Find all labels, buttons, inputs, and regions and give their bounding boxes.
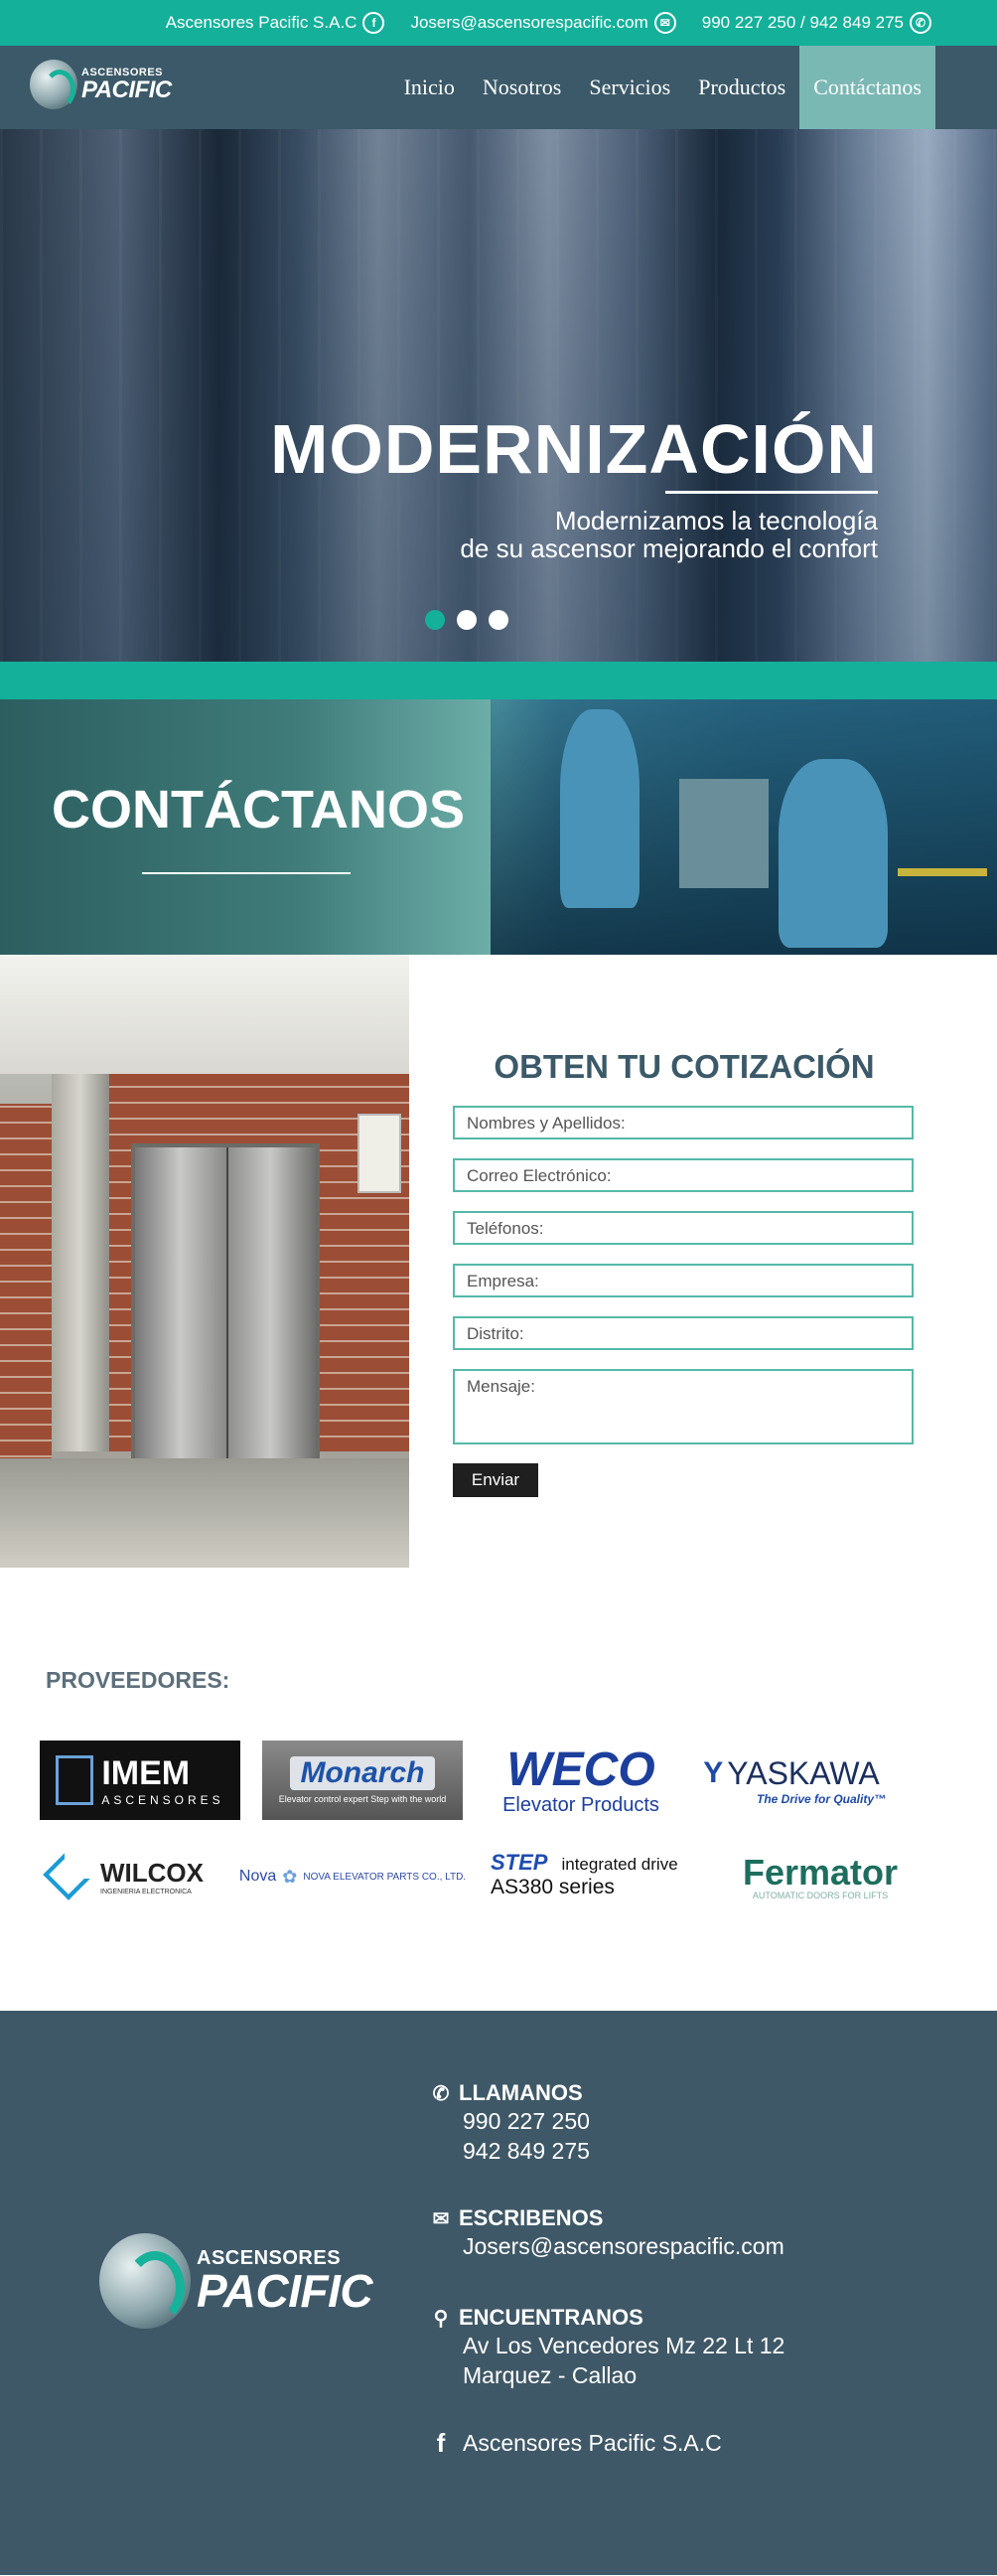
workers-image: [491, 699, 997, 955]
fermator-sub: AUTOMATIC DOORS FOR LIFTS: [752, 1891, 889, 1900]
fermator-name: Fermator: [742, 1852, 899, 1893]
top-phones: 990 227 250 / 942 849 275: [701, 13, 904, 32]
footer-write-block: ✉ ESCRIBENOS Josers@ascensorespacific.com: [429, 2205, 784, 2261]
quote-form: OBTEN TU COTIZACIÓN Nombres y Apellidos:…: [409, 955, 997, 1568]
company-link[interactable]: Ascensores Pacific S.A.C f: [166, 12, 385, 34]
hero-subtitle-line2: de su ascensor mejorando el confort: [460, 533, 878, 563]
providers-section: PROVEEDORES: IMEM ASCENSORES Monarch Ele…: [0, 1568, 997, 2011]
contact-divider: [142, 872, 351, 874]
nav-menu: Inicio Nosotros Servicios Productos Cont…: [390, 46, 935, 129]
wilcox-name: WILCOX: [100, 1858, 204, 1888]
hero-title: MODERNIZACIÓN: [270, 410, 878, 488]
footer-find-block: ⚲ ENCUENTRANOS Av Los Vencedores Mz 22 Lt…: [429, 2305, 785, 2390]
monarch-logo[interactable]: Monarch Elevator control expert Step wit…: [262, 1741, 463, 1820]
nav-item-nosotros[interactable]: Nosotros: [469, 46, 575, 129]
form-title: OBTEN TU COTIZACIÓN: [494, 1048, 875, 1085]
wilcox-logo[interactable]: WILCOX INGENIERIA ELECTRONICA: [38, 1842, 207, 1911]
company-name: Ascensores Pacific S.A.C: [165, 13, 357, 32]
phone-field[interactable]: Teléfonos:: [453, 1211, 914, 1245]
hero-overlay: [0, 129, 997, 662]
phone-icon: ✆: [432, 2082, 450, 2105]
footer-facebook-text: Ascensores Pacific S.A.C: [463, 2430, 722, 2456]
step-sub: AS380 series: [491, 1876, 615, 1898]
envelope-icon: ✉: [432, 2207, 450, 2230]
logo-big-text: PACIFIC: [81, 76, 172, 103]
imem-name: IMEM: [101, 1753, 191, 1792]
logo[interactable]: ASCENSORES PACIFIC: [30, 60, 172, 109]
location-pin-icon: ⚲: [433, 2307, 449, 2330]
footer-phone-1[interactable]: 990 227 250: [429, 2106, 590, 2136]
facebook-icon[interactable]: f: [362, 12, 385, 34]
footer-facebook-link[interactable]: f Ascensores Pacific S.A.C: [429, 2428, 722, 2459]
yaskawa-name: YASKAWA: [727, 1754, 880, 1791]
nav-item-productos[interactable]: Productos: [684, 46, 799, 129]
providers-title: PROVEEDORES:: [46, 1667, 230, 1693]
hero-subtitle-line1: Modernizamos la tecnología: [554, 506, 878, 535]
name-field[interactable]: Nombres y Apellidos:: [453, 1106, 914, 1139]
hero-subtitle: Modernizamos la tecnología de su ascenso…: [460, 507, 878, 562]
footer-logo-big-text: PACIFIC: [197, 2265, 373, 2317]
footer: ASCENSORES PACIFIC ✆ LLAMANOS 990 227 250…: [0, 2011, 997, 2575]
contact-title: CONTÁCTANOS: [52, 780, 465, 839]
facebook-icon[interactable]: f: [429, 2428, 453, 2459]
top-contact-bar: Ascensores Pacific S.A.C f Josers@ascens…: [0, 0, 997, 46]
message-field[interactable]: Mensaje:: [453, 1369, 914, 1444]
phone-link[interactable]: 990 227 250 / 942 849 275 ✆: [702, 12, 931, 34]
slider-dot-1[interactable]: [425, 610, 445, 630]
nav-item-servicios[interactable]: Servicios: [575, 46, 684, 129]
wilcox-sub: INGENIERIA ELECTRONICA: [100, 1889, 192, 1895]
footer-write-title: ESCRIBENOS: [459, 2205, 604, 2230]
nova-logo[interactable]: Nova ✿ NOVA ELEVATOR PARTS CO., LTD.: [238, 1854, 467, 1899]
footer-call-block: ✆ LLAMANOS 990 227 250 942 849 275: [429, 2080, 590, 2166]
logo-emblem-icon: [30, 60, 77, 109]
monarch-name: Monarch: [290, 1756, 435, 1790]
footer-address-2: Marquez - Callao: [463, 2362, 638, 2388]
send-button[interactable]: Enviar: [453, 1463, 538, 1497]
slider-dot-3[interactable]: [489, 610, 508, 630]
quote-section: OBTEN TU COTIZACIÓN Nombres y Apellidos:…: [0, 955, 997, 1568]
monarch-sub: Elevator control expert Step with the wo…: [278, 1794, 447, 1804]
footer-phone-2[interactable]: 942 849 275: [429, 2136, 590, 2166]
top-email: Josers@ascensorespacific.com: [410, 13, 648, 32]
step-logo[interactable]: STEP integrated drive AS380 series: [491, 1842, 713, 1907]
footer-logo[interactable]: ASCENSORES PACIFIC: [99, 2233, 373, 2329]
step-tag: integrated drive: [561, 1855, 678, 1874]
imem-logo[interactable]: IMEM ASCENSORES: [40, 1741, 240, 1820]
weco-sub: Elevator Products: [502, 1793, 659, 1816]
fermator-logo[interactable]: Fermator AUTOMATIC DOORS FOR LIFTS: [731, 1848, 910, 1907]
footer-address-1: Av Los Vencedores Mz 22 Lt 12: [463, 2333, 785, 2358]
elevator-image: [0, 955, 409, 1568]
nova-name: Nova: [238, 1868, 277, 1885]
slider-dots: [425, 610, 508, 630]
yaskawa-sub: The Drive for Quality™: [756, 1791, 887, 1806]
imem-sub: ASCENSORES: [101, 1792, 224, 1807]
nav-item-contactanos[interactable]: Contáctanos: [799, 46, 935, 129]
footer-email[interactable]: Josers@ascensorespacific.com: [429, 2231, 784, 2261]
yaskawa-logo[interactable]: Y YASKAWA The Drive for Quality™: [687, 1743, 896, 1818]
main-navbar: ASCENSORES PACIFIC Inicio Nosotros Servi…: [0, 46, 997, 129]
mail-icon[interactable]: ✉: [653, 12, 676, 34]
district-field[interactable]: Distrito:: [453, 1316, 914, 1350]
slider-dot-2[interactable]: [457, 610, 477, 630]
phone-icon[interactable]: ✆: [910, 12, 931, 34]
nova-sub: NOVA ELEVATOR PARTS CO., LTD.: [303, 1871, 467, 1883]
accent-band: [0, 662, 997, 699]
company-field[interactable]: Empresa:: [453, 1264, 914, 1297]
nav-item-inicio[interactable]: Inicio: [390, 46, 469, 129]
hero-divider: [665, 491, 878, 494]
hero-slider: MODERNIZACIÓN Modernizamos la tecnología…: [0, 129, 997, 662]
footer-logo-emblem-icon: [99, 2233, 191, 2329]
step-name: STEP: [491, 1850, 548, 1875]
email-field[interactable]: Correo Electrónico:: [453, 1158, 914, 1192]
weco-logo[interactable]: WECO Elevator Products: [487, 1737, 675, 1826]
footer-find-title: ENCUENTRANOS: [459, 2305, 643, 2330]
footer-call-title: LLAMANOS: [459, 2080, 583, 2105]
email-link[interactable]: Josers@ascensorespacific.com ✉: [410, 12, 676, 34]
contact-banner: CONTÁCTANOS: [0, 699, 997, 955]
weco-name: WECO: [506, 1743, 655, 1796]
